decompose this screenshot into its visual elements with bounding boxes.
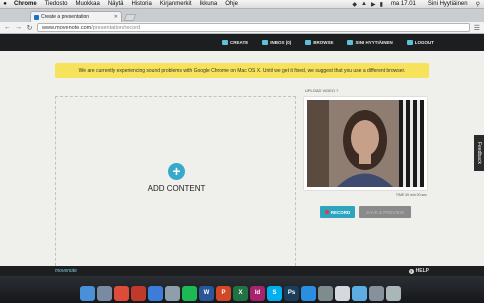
itunes-icon[interactable] xyxy=(301,286,316,301)
folder-icon[interactable] xyxy=(352,286,367,301)
spotify-icon[interactable] xyxy=(182,286,197,301)
help-label: HELP xyxy=(415,268,429,274)
user-icon xyxy=(347,40,354,45)
webcam-preview xyxy=(304,97,427,190)
add-content-dropzone[interactable]: + ADD CONTENT xyxy=(55,96,296,276)
nav-logout-label: LOGOUT xyxy=(414,40,434,45)
excel-icon[interactable]: X xyxy=(233,286,248,301)
site-footer: movenote ? HELP xyxy=(0,266,484,276)
browser-tab-strip: Create a presentation ✕ xyxy=(0,9,484,22)
create-icon xyxy=(222,40,229,45)
browser-toolbar: ← → ↻ www.movenote.com /presentation/rec… xyxy=(0,22,484,34)
add-content-plus-icon[interactable]: + xyxy=(168,163,185,180)
photos-icon[interactable] xyxy=(131,286,146,301)
launchpad-icon[interactable] xyxy=(97,286,112,301)
url-path: /presentation/record xyxy=(91,24,141,31)
systemprefs-icon[interactable] xyxy=(318,286,333,301)
record-dot-icon xyxy=(324,210,329,214)
nav-logout[interactable]: LOGOUT xyxy=(406,40,434,45)
menu-item-edit[interactable]: Muokkaa xyxy=(71,1,103,7)
wifi-icon[interactable]: ▲ xyxy=(361,1,367,7)
volume-icon[interactable]: ▶ xyxy=(371,1,376,8)
browser-warning-banner: We are currently experiencing sound prob… xyxy=(55,63,429,78)
menu-item-help[interactable]: Ohje xyxy=(221,1,242,7)
nav-inbox[interactable]: INBOX (0) xyxy=(262,40,291,45)
main-content: We are currently experiencing sound prob… xyxy=(0,51,484,276)
inbox-icon xyxy=(262,40,269,45)
menubar-clock[interactable]: ma 17.01 xyxy=(387,1,420,7)
help-icon: ? xyxy=(408,268,414,274)
menu-item-bookmarks[interactable]: Kirjanmerkit xyxy=(156,1,196,7)
mac-dock: W P X Id S Ps xyxy=(0,276,484,303)
skype-icon[interactable]: S xyxy=(267,286,282,301)
menu-item-history[interactable]: Historia xyxy=(128,1,156,7)
address-bar[interactable]: www.movenote.com /presentation/record xyxy=(37,23,470,32)
menu-item-file[interactable]: Tiedosto xyxy=(41,1,72,7)
close-tab-icon[interactable]: ✕ xyxy=(114,14,118,20)
browse-icon xyxy=(305,40,312,45)
logout-icon xyxy=(406,40,413,45)
preview-icon[interactable] xyxy=(165,286,180,301)
help-link[interactable]: ? HELP xyxy=(408,268,429,274)
reload-icon[interactable]: ↻ xyxy=(26,24,33,32)
add-content-label[interactable]: ADD CONTENT xyxy=(56,184,297,193)
nav-browse-label: BROWSE xyxy=(313,40,334,45)
nav-create-label: CREATE xyxy=(230,40,249,45)
nav-user-label: SINI HYYTIÄINEN xyxy=(355,40,393,45)
menu-item-window[interactable]: Ikkuna xyxy=(196,1,222,7)
upload-video-label: UPLOAD VIDEO xyxy=(305,88,336,93)
forward-icon[interactable]: → xyxy=(15,24,22,31)
chrome-menu-icon[interactable]: ☰ xyxy=(474,24,480,32)
feedback-tab[interactable]: Feedback xyxy=(474,135,484,171)
nav-create[interactable]: CREATE xyxy=(222,40,248,45)
menu-item-chrome[interactable]: Chrome xyxy=(10,1,41,7)
document-icon[interactable] xyxy=(335,286,350,301)
browser-tab[interactable]: Create a presentation ✕ xyxy=(30,11,122,22)
mac-menu-bar: ● Chrome Tiedosto Muokkaa Näytä Historia… xyxy=(0,0,484,9)
new-tab-button[interactable] xyxy=(123,14,137,21)
battery-icon[interactable]: ▮ xyxy=(380,1,383,8)
back-icon[interactable]: ← xyxy=(4,24,11,31)
tab-title: Create a presentation xyxy=(41,14,90,20)
apple-menu-icon[interactable]: ● xyxy=(0,1,10,7)
movenote-logo[interactable]: movenote xyxy=(55,268,77,274)
mail-icon[interactable] xyxy=(148,286,163,301)
dropbox-icon[interactable]: ◆ xyxy=(352,1,357,8)
nav-user[interactable]: SINI HYYTIÄINEN xyxy=(347,40,393,45)
word-icon[interactable]: W xyxy=(199,286,214,301)
menubar-user[interactable]: Sini Hyytiäinen xyxy=(424,1,472,7)
photoshop-icon[interactable]: Ps xyxy=(284,286,299,301)
indesign-icon[interactable]: Id xyxy=(250,286,265,301)
dock-shelf: W P X Id S Ps xyxy=(80,281,408,301)
site-nav-bar: CREATE INBOX (0) BROWSE SINI HYYTIÄINEN … xyxy=(0,34,484,51)
menu-item-view[interactable]: Näytä xyxy=(104,1,128,7)
nav-browse[interactable]: BROWSE xyxy=(305,40,333,45)
powerpoint-icon[interactable]: P xyxy=(216,286,231,301)
nav-inbox-label: INBOX (0) xyxy=(270,40,292,45)
menubar-status-area: ◆ ▲ ▶ ▮ ma 17.01 Sini Hyytiäinen ⚲ xyxy=(352,1,484,8)
chrome-icon[interactable] xyxy=(114,286,129,301)
webcam-image xyxy=(307,100,424,187)
upload-help-icon[interactable]: ? xyxy=(336,88,338,93)
trash-icon[interactable] xyxy=(386,286,401,301)
url-domain: www.movenote.com xyxy=(42,24,92,31)
spotlight-icon[interactable]: ⚲ xyxy=(476,1,480,8)
downloads-icon[interactable] xyxy=(369,286,384,301)
movenote-favicon-icon xyxy=(34,14,39,20)
record-button-label: RECORD xyxy=(330,209,351,215)
finder-icon[interactable] xyxy=(80,286,95,301)
upload-video-link[interactable]: UPLOAD VIDEO ? xyxy=(305,88,338,93)
save-preview-button[interactable]: SAVE & PREVIEW xyxy=(359,206,411,218)
recording-time: TIME 00 min 00 sec xyxy=(395,193,427,197)
record-button[interactable]: RECORD xyxy=(320,206,355,218)
